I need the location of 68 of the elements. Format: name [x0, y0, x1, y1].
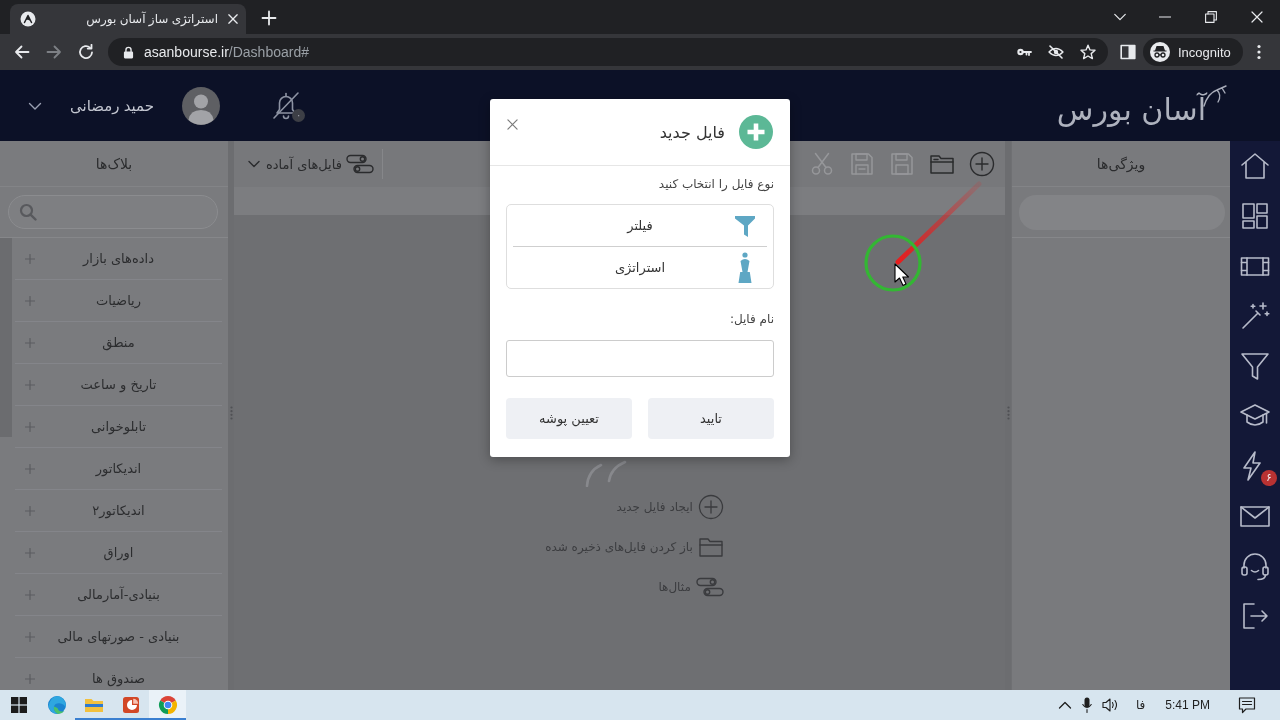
browser-icon — [46, 695, 67, 715]
favicon-icon — [20, 11, 36, 27]
chevron-down-icon — [248, 158, 260, 170]
user-name[interactable]: حمید رمضانی — [70, 96, 155, 115]
search-icon — [19, 203, 37, 221]
clock[interactable]: 5:41 PM — [1165, 698, 1210, 712]
profile-button[interactable]: Incognito — [1143, 38, 1243, 66]
block-category[interactable]: ریاضیات — [45, 293, 192, 308]
toggles-icon — [695, 577, 724, 597]
taskbar-button[interactable] — [149, 690, 186, 720]
logo-text[interactable]: آسان بورس — [1056, 92, 1206, 127]
headset-icon[interactable] — [1239, 550, 1271, 582]
side-panel-icon[interactable] — [1120, 44, 1136, 60]
ready-files-dropdown[interactable]: فایل‌های آماده — [248, 154, 374, 174]
filter-icon — [734, 213, 756, 238]
file-type-option[interactable]: استراتژی — [507, 247, 773, 288]
block-category[interactable]: اوراق — [45, 545, 192, 560]
speaker-icon[interactable] — [1101, 697, 1120, 713]
file-name-input[interactable] — [506, 340, 774, 377]
input-language[interactable]: فا — [1135, 698, 1146, 712]
new-tab-icon[interactable] — [261, 10, 277, 26]
incognito-icon — [1150, 42, 1170, 62]
notification-badge: ۰ — [292, 108, 306, 122]
field-label: نوع فایل را انتخاب کنید — [658, 176, 774, 192]
browser-icon — [157, 695, 178, 715]
filter-icon[interactable] — [1239, 350, 1271, 382]
notifications-icon[interactable] — [1238, 696, 1256, 714]
star-icon[interactable] — [1080, 44, 1096, 60]
magic-wand-icon[interactable] — [1239, 300, 1271, 332]
block-category[interactable]: اندیکاتور۲ — [45, 503, 192, 518]
toggles-icon — [345, 154, 374, 174]
dashboard-icon[interactable] — [1239, 200, 1271, 232]
cursor-icon — [894, 263, 910, 287]
scrollbar-thumb[interactable] — [0, 238, 12, 437]
restore-icon[interactable] — [1205, 11, 1217, 23]
chess-piece-icon — [736, 251, 754, 284]
url-text: asanbourse.ir/Dashboard# — [144, 44, 309, 60]
block-category[interactable]: اندیکاتور — [45, 461, 192, 476]
browser-tab[interactable]: استراتژی ساز آسان بورس — [10, 4, 246, 34]
back-icon[interactable] — [14, 44, 30, 60]
block-category[interactable]: منطق — [45, 335, 192, 350]
block-category[interactable]: بنیادی - صورتهای مالی — [45, 629, 192, 644]
block-category[interactable]: تابلوخوانی — [45, 419, 192, 434]
menu-icon[interactable] — [1257, 44, 1261, 60]
add-icon[interactable] — [969, 151, 995, 177]
address-bar[interactable]: asanbourse.ir/Dashboard# — [108, 38, 1108, 66]
block-category[interactable]: داده‌های بازار — [45, 251, 192, 266]
dialog-title: فایل جدید — [659, 122, 725, 142]
avatar-icon[interactable] — [182, 86, 221, 125]
block-category[interactable]: تاریخ و ساعت — [45, 377, 192, 392]
click-highlight-ring — [864, 234, 922, 292]
block-category[interactable]: بنیادی-آمارمالی — [45, 587, 192, 602]
dialog-button[interactable]: تعیین پوشه — [506, 398, 632, 439]
file-type-option[interactable]: فیلتر — [507, 205, 773, 246]
add-icon — [739, 115, 773, 149]
home-icon[interactable] — [1239, 150, 1271, 182]
search-field[interactable] — [8, 195, 218, 229]
reload-icon[interactable] — [78, 44, 94, 60]
block-category[interactable]: صندوق ها — [45, 671, 192, 686]
dialog-button[interactable]: تایید — [648, 398, 774, 439]
start-icon[interactable] — [11, 697, 27, 713]
lightning-icon[interactable] — [1242, 450, 1261, 482]
notification-badge: ۶ — [1261, 470, 1277, 486]
lock-icon — [123, 45, 134, 59]
microphone-icon[interactable] — [1081, 697, 1092, 713]
presentation-app-icon — [120, 695, 141, 715]
field-label: نام فایل: — [729, 311, 774, 327]
eye-slash-icon[interactable] — [1048, 44, 1064, 60]
